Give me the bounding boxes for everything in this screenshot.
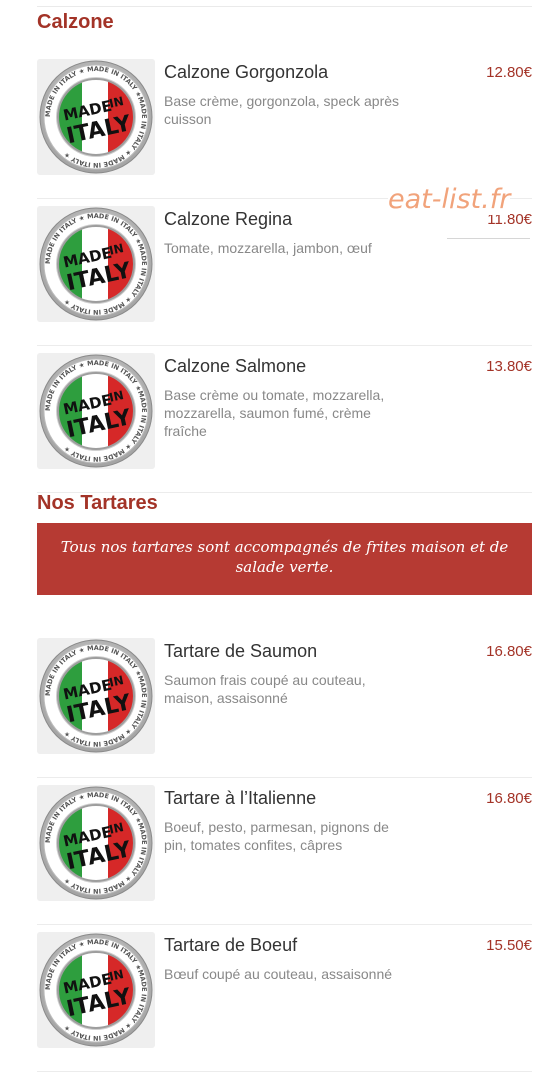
item-name: Tartare de Boeuf — [164, 935, 298, 955]
info-banner: Tous nos tartares sont accompagnés de fr… — [37, 523, 532, 595]
menu-item[interactable]: MADE IN ITALY ★ MADE IN ITALY ★MADE IN I… — [37, 206, 532, 346]
svg-text:IN: IN — [108, 820, 125, 837]
svg-text:IN: IN — [108, 94, 125, 111]
item-name: Calzone Regina — [164, 209, 293, 229]
item-price: 16.80€ — [486, 790, 532, 807]
made-in-italy-badge-image: MADE IN ITALY ★ MADE IN ITALY ★MADE IN I… — [37, 206, 155, 322]
item-name: Calzone Gorgonzola — [164, 62, 329, 82]
banner-text: Tous nos tartares sont accompagnés de fr… — [60, 538, 509, 576]
item-description: Bœuf coupé au couteau, assaisonné — [164, 966, 393, 982]
menu-page: Calzone MADE IN ITALY ★ MADE IN ITALY ★M… — [0, 0, 558, 1072]
svg-text:IN: IN — [108, 673, 125, 690]
item-description: Saumon frais coupé au couteau, maison, a… — [164, 672, 366, 706]
menu-item[interactable]: MADE IN ITALY ★ MADE IN ITALY ★MADE IN I… — [37, 638, 532, 778]
divider — [37, 777, 532, 778]
made-in-italy-badge-image: MADE IN ITALY ★ MADE IN ITALY ★MADE IN I… — [37, 353, 155, 469]
item-name: Calzone Salmone — [164, 356, 307, 376]
menu-item[interactable]: MADE IN ITALY ★ MADE IN ITALY ★MADE IN I… — [37, 785, 532, 925]
item-price: 16.80€ — [486, 643, 532, 660]
item-price: 15.50€ — [486, 937, 532, 954]
divider — [447, 238, 530, 239]
made-in-italy-badge-image: MADE IN ITALY ★ MADE IN ITALY ★MADE IN I… — [37, 638, 155, 754]
item-description: Boeuf, pesto, parmesan, pignons de pin, … — [164, 819, 389, 853]
svg-text:IN: IN — [108, 967, 125, 984]
svg-text:IN: IN — [108, 388, 125, 405]
made-in-italy-badge-image: MADE IN ITALY ★ MADE IN ITALY ★MADE IN I… — [37, 785, 155, 901]
item-name: Tartare à l’Italienne — [164, 788, 317, 808]
divider — [37, 6, 532, 7]
item-description: Base crème, gorgonzola, speck après cuis… — [164, 93, 400, 127]
watermark: eat-list.fr — [388, 184, 511, 215]
item-description: Tomate, mozzarella, jambon, œuf — [164, 240, 372, 256]
divider — [37, 345, 532, 346]
made-in-italy-badge-image: MADE IN ITALY ★ MADE IN ITALY ★MADE IN I… — [37, 932, 155, 1048]
divider — [37, 924, 532, 925]
made-in-italy-badge-image: MADE IN ITALY ★ MADE IN ITALY ★MADE IN I… — [37, 59, 155, 175]
section-title-tartares: Nos Tartares — [37, 492, 158, 514]
menu-item[interactable]: MADE IN ITALY ★ MADE IN ITALY ★MADE IN I… — [37, 932, 532, 1072]
section-title-calzone: Calzone — [37, 11, 114, 33]
item-name: Tartare de Saumon — [164, 641, 318, 661]
svg-text:IN: IN — [108, 241, 125, 258]
item-description: Base crème ou tomate, mozzarella, mozzar… — [164, 387, 385, 439]
item-price: 12.80€ — [486, 64, 532, 81]
item-price: 13.80€ — [486, 358, 532, 375]
menu-item[interactable]: MADE IN ITALY ★ MADE IN ITALY ★MADE IN I… — [37, 59, 532, 199]
menu-item[interactable]: MADE IN ITALY ★ MADE IN ITALY ★MADE IN I… — [37, 353, 532, 493]
